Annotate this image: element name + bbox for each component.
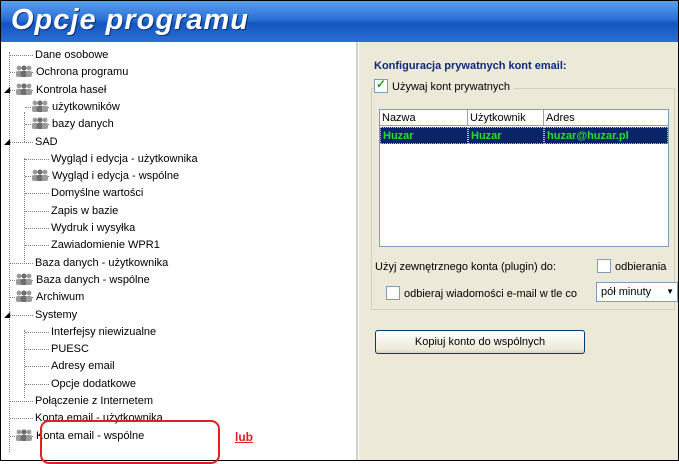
tree-item-sad[interactable]: SAD [35, 134, 58, 150]
tree-item-label: bazy danych [52, 118, 114, 131]
users-icon [15, 273, 33, 285]
tree-item-label: Baza danych - użytkownika [35, 256, 169, 269]
tree-item-label: Domyślne wartości [51, 187, 144, 200]
title-bar: Opcje programu [1, 1, 678, 42]
tree-item-ochrona-programu[interactable]: Ochrona programu [15, 64, 128, 80]
tree-item-label: Interfejsy niewizualne [51, 325, 157, 338]
tree-item-polaczenie[interactable]: Połączenie z Internetem [35, 393, 153, 409]
expand-triangle-icon[interactable]: ◢ [4, 134, 10, 150]
tree-item-zapis[interactable]: Zapis w bazie [51, 203, 118, 219]
column-adres[interactable]: Adres [544, 110, 668, 126]
tree-item-dane-osobowe[interactable]: Dane osobowe [35, 47, 108, 63]
odbierania-checkbox[interactable] [597, 259, 611, 273]
tree-item-label: Zawiadomienie WPR1 [51, 239, 160, 252]
tree-item-adresy[interactable]: Adresy email [51, 358, 115, 374]
interval-select[interactable]: pół minuty ▼ [596, 282, 678, 302]
use-private-checkbox[interactable] [374, 77, 388, 93]
tree-item-wydruk[interactable]: Wydruk i wysyłka [51, 220, 135, 236]
tree-item-label: Wygląd i edycja - użytkownika [51, 152, 198, 165]
users-icon [15, 82, 33, 95]
users-icon [31, 100, 49, 112]
tree-item-zawiadomienie[interactable]: Zawiadomienie WPR1 [51, 237, 160, 253]
tree-item-kontrola-hasel[interactable]: Kontrola haseł [15, 82, 106, 98]
tree-item-label: Dane osobowe [35, 49, 109, 61]
interval-value: pół minuty [601, 286, 652, 298]
tree-item-uzytkownikow[interactable]: użytkowników [31, 99, 120, 115]
use-private-label: Używaj kont prywatnych [392, 81, 510, 93]
tree-item-systemy[interactable]: Systemy [35, 307, 77, 323]
tree-item-label: Adresy email [51, 360, 115, 373]
expand-triangle-icon[interactable]: ◢ [4, 307, 10, 323]
users-icon [15, 65, 33, 78]
background-receive-checkbox[interactable] [386, 286, 400, 300]
users-icon [31, 117, 49, 130]
tree-item-baza-uzytkownika[interactable]: Baza danych - użytkownika [35, 255, 168, 271]
accounts-header: Nazwa Użytkownik Adres [380, 110, 668, 126]
expand-triangle-icon[interactable]: ◢ [4, 82, 10, 98]
cell-nazwa: Huzar [380, 127, 468, 144]
users-icon [15, 428, 33, 441]
tree-item-label: Połączenie z Internetem [35, 395, 154, 407]
column-uzytkownik[interactable]: Użytkownik [468, 110, 544, 126]
tree-item-label: Zapis w bazie [51, 204, 119, 217]
tree-item-label: Opcje dodatkowe [51, 377, 136, 390]
column-nazwa[interactable]: Nazwa [380, 110, 468, 126]
tree-item-label: SAD [35, 135, 58, 148]
users-icon [15, 290, 33, 303]
tree-item-puesc[interactable]: PUESC [51, 341, 89, 357]
cell-adres: huzar@huzar.pl [544, 127, 668, 144]
tree-item-label: Systemy [35, 308, 78, 321]
tree-item-interfejsy[interactable]: Interfejsy niewizualne [51, 324, 156, 340]
tree-item-label: Ochrona programu [36, 66, 129, 79]
tree-item-baza-wspolne[interactable]: Baza danych - wspólne [15, 272, 150, 288]
tree-item-domyslne[interactable]: Domyślne wartości [51, 185, 143, 201]
lub-annotation: lub [235, 430, 253, 444]
tree-item-label: Kontrola haseł [36, 83, 107, 96]
tree-item-label: Baza danych - wspólne [36, 273, 150, 286]
red-highlight-box [40, 420, 220, 464]
config-title: Konfiguracja prywatnych kont email: [374, 60, 567, 72]
tree-item-label: Archiwum [36, 291, 85, 304]
odbierania-row[interactable]: odbierania [597, 259, 666, 273]
tree-item-label: użytkowników [52, 100, 120, 113]
tree-item-label: Wygląd i edycja - wspólne [52, 170, 180, 183]
odbierania-label: odbierania [615, 261, 667, 273]
background-receive-label: odbieraj wiadomości e-mail w tle co [404, 288, 578, 300]
tree-item-opcje-dodatkowe[interactable]: Opcje dodatkowe [51, 376, 136, 392]
tree-item-label: Wydruk i wysyłka [51, 222, 136, 234]
options-tree[interactable]: Dane osobowe Ochrona programu Kontrola has… [1, 42, 358, 460]
use-private-row[interactable]: Używaj kont prywatnych [374, 77, 514, 93]
copy-account-button[interactable]: Kopiuj konto do wspólnych [375, 330, 585, 354]
tree-item-archiwum[interactable]: Archiwum [15, 289, 84, 305]
users-icon [31, 169, 49, 182]
background-receive-row[interactable]: odbieraj wiadomości e-mail w tle co [386, 286, 577, 300]
window-title: Opcje programu [11, 4, 249, 36]
tree-item-bazy-danych[interactable]: bazy danych [31, 116, 114, 132]
plugin-label: Użyj zewnętrznego konta (plugin) do: [375, 261, 556, 273]
table-row[interactable]: Huzar Huzar huzar@huzar.pl [380, 127, 668, 144]
config-panel: Konfiguracja prywatnych kont email: Używ… [359, 42, 678, 460]
cell-uzytkownik: Huzar [468, 127, 544, 144]
accounts-list[interactable]: Nazwa Użytkownik Adres Huzar Huzar huzar… [379, 109, 669, 247]
chevron-down-icon: ▼ [666, 287, 674, 296]
tree-item-wyglad-uzytkownika[interactable]: Wygląd i edycja - użytkownika [51, 151, 198, 167]
tree-item-wyglad-wspolne[interactable]: Wygląd i edycja - wspólne [31, 168, 179, 184]
tree-item-label: PUESC [51, 343, 89, 356]
